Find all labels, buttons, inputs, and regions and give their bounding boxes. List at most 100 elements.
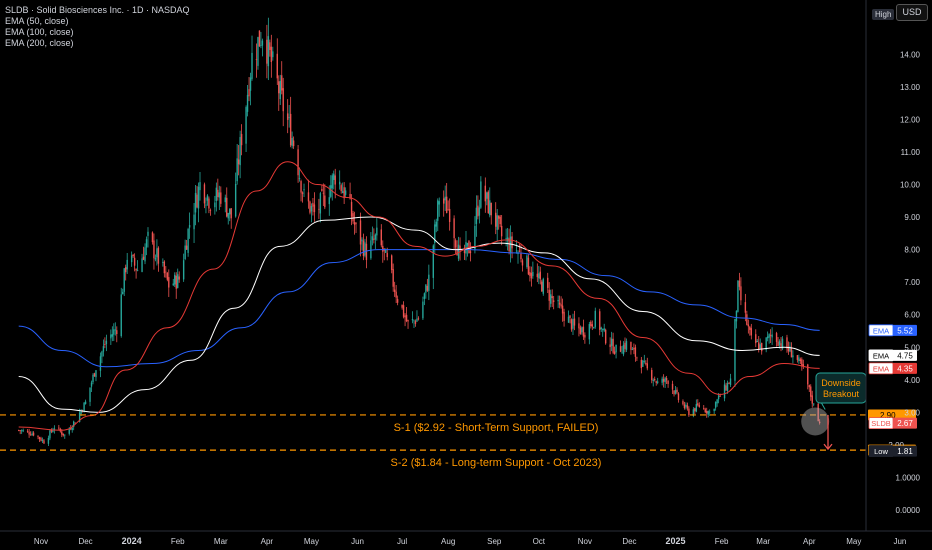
candle-body (423, 293, 426, 299)
candle-body (621, 352, 623, 354)
candle-body (300, 181, 302, 193)
candle-body (798, 357, 800, 362)
candle-body (737, 280, 739, 312)
candle-body (218, 192, 221, 198)
candle-body (217, 189, 219, 197)
candle-body (144, 247, 146, 262)
x-tick-label: Dec (78, 537, 92, 546)
candle-body (615, 344, 617, 353)
candle-body (205, 204, 207, 206)
candle-body (796, 355, 799, 360)
candle-body (511, 236, 513, 249)
candle-body (655, 381, 657, 383)
candle-body (333, 173, 335, 180)
candle-body (261, 40, 264, 46)
candle-body (538, 273, 540, 279)
candle-body (125, 267, 127, 273)
candle-body (310, 205, 313, 212)
candle-body (236, 158, 238, 182)
price-chart[interactable]: S-1 ($2.92 - Short-Term Support, FAILED)… (0, 0, 932, 550)
candle-body (95, 370, 97, 378)
candle-body (414, 321, 417, 324)
candle-body (622, 344, 625, 355)
candle-body (808, 385, 810, 388)
x-tick-label: 2024 (122, 536, 142, 546)
currency-button[interactable]: USD (896, 4, 928, 21)
candle-body (413, 320, 415, 322)
candle-body (777, 341, 779, 346)
candle-body (313, 204, 316, 213)
candle-body (272, 51, 274, 58)
y-tick-label: 13.00 (900, 83, 921, 92)
candle-body (193, 214, 195, 230)
candle-body (371, 236, 374, 241)
x-tick-label: Sep (487, 537, 502, 546)
candle-body (496, 215, 498, 230)
ema200-line (18, 249, 820, 368)
candle-body (709, 411, 711, 413)
candle-body (90, 382, 93, 387)
candle-body (813, 403, 815, 405)
chart-legend: SLDB · Solid Biosciences Inc. · 1D · NAS… (5, 5, 190, 49)
candle-body (99, 356, 102, 371)
candle-body (214, 202, 216, 208)
candle-body (602, 328, 604, 330)
candle-body (373, 238, 375, 240)
candle-body (328, 197, 330, 205)
candle-body (746, 314, 748, 325)
candle-body (130, 255, 133, 263)
candle-body (220, 192, 222, 204)
candle-body (350, 201, 353, 217)
candle-body (518, 250, 521, 252)
candle-body (495, 212, 497, 227)
candle-body (437, 200, 439, 221)
candle-body (529, 272, 531, 276)
candle-body (505, 238, 507, 239)
candle-body (552, 300, 555, 302)
candle-body (162, 262, 164, 263)
candle-body (643, 360, 646, 362)
ema200-tag-label: EMA (873, 326, 889, 335)
ema200-tag: EMA 5.52 (868, 324, 917, 337)
candle-body (390, 255, 393, 270)
candle-body (799, 359, 802, 362)
candle-body (401, 304, 403, 308)
candle-body (61, 431, 63, 435)
candle-body (579, 327, 582, 334)
candle-body (688, 408, 690, 416)
candle-body (661, 378, 663, 383)
candle-body (269, 42, 271, 50)
candle-body (497, 215, 500, 219)
candle-body (38, 437, 41, 439)
candle-body (301, 192, 304, 194)
candle-body (184, 245, 186, 260)
candle-body (778, 341, 781, 346)
support-label-s2: S-2 ($1.84 - Long-term Support - Oct 202… (391, 457, 602, 469)
candle-body (266, 39, 268, 64)
candle-body (142, 256, 145, 260)
candle-body (416, 318, 418, 322)
candle-body (344, 190, 347, 195)
candle-body (197, 186, 200, 209)
candle-body (111, 334, 114, 337)
sldb-tag-value: 2.67 (897, 419, 913, 428)
candle-body (395, 291, 397, 298)
candle-body (612, 338, 614, 353)
y-tick-label: 11.00 (901, 148, 921, 157)
candle-body (278, 81, 280, 94)
candle-body (343, 187, 345, 199)
candle-body (590, 321, 592, 327)
candle-body (549, 294, 552, 304)
candle-body (120, 294, 122, 337)
candle-body (102, 346, 105, 352)
ema50-legend: EMA (50, close) (5, 16, 69, 26)
candle-body (671, 383, 674, 390)
candle-body (132, 254, 134, 257)
candle-body (136, 269, 139, 271)
candle-body (786, 337, 788, 349)
candle-body (477, 205, 479, 217)
candle-body (738, 280, 741, 287)
candle-body (32, 432, 35, 436)
candle-body (226, 197, 228, 217)
candle-body (251, 52, 253, 79)
